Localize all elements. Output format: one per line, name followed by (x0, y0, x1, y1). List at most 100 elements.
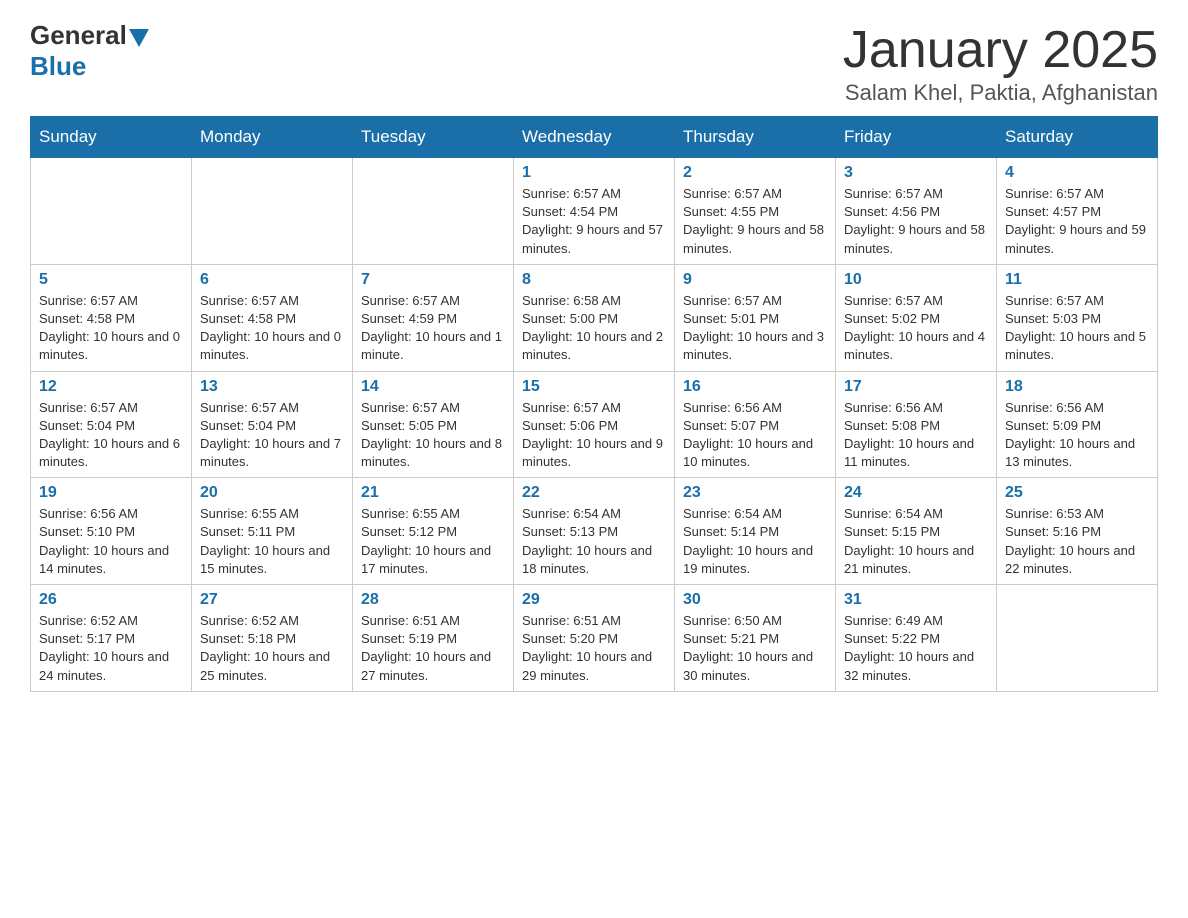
calendar-cell: 16Sunrise: 6:56 AM Sunset: 5:07 PM Dayli… (675, 371, 836, 478)
day-number: 14 (361, 378, 505, 396)
calendar-cell: 9 Sunrise: 6:57 AM Sunset: 5:01 PM Daylig… (675, 264, 836, 371)
calendar-cell: 20Sunrise: 6:55 AM Sunset: 5:11 PM Dayli… (192, 478, 353, 585)
day-number: 27 (200, 591, 344, 609)
day-number: 21 (361, 484, 505, 502)
day-info: Sunrise: 6:57 AM Sunset: 4:57 PM Dayligh… (1005, 185, 1149, 258)
day-info: Sunrise: 6:54 AM Sunset: 5:13 PM Dayligh… (522, 505, 666, 578)
title-section: January 2025 Salam Khel, Paktia, Afghani… (843, 20, 1158, 106)
calendar-header-saturday: Saturday (997, 117, 1158, 158)
day-info: Sunrise: 6:54 AM Sunset: 5:14 PM Dayligh… (683, 505, 827, 578)
calendar-cell: 17 Sunrise: 6:56 AM Sunset: 5:08 PM Dayli… (836, 371, 997, 478)
day-info: Sunrise: 6:57 AM Sunset: 5:01 PM Dayligh… (683, 292, 827, 365)
calendar-cell: 3Sunrise: 6:57 AM Sunset: 4:56 PM Daylig… (836, 158, 997, 265)
calendar-cell: 19 Sunrise: 6:56 AM Sunset: 5:10 PM Dayli… (31, 478, 192, 585)
day-number: 4 (1005, 164, 1149, 182)
calendar-cell: 21 Sunrise: 6:55 AM Sunset: 5:12 PM Dayli… (353, 478, 514, 585)
calendar-cell: 28 Sunrise: 6:51 AM Sunset: 5:19 PM Dayli… (353, 585, 514, 692)
calendar-cell: 7 Sunrise: 6:57 AM Sunset: 4:59 PM Daylig… (353, 264, 514, 371)
day-number: 9 (683, 271, 827, 289)
day-info: Sunrise: 6:56 AM Sunset: 5:10 PM Dayligh… (39, 505, 183, 578)
logo-general-text: General (30, 20, 127, 51)
calendar-cell: 12 Sunrise: 6:57 AM Sunset: 5:04 PM Dayli… (31, 371, 192, 478)
calendar-week-3: 12 Sunrise: 6:57 AM Sunset: 5:04 PM Dayli… (31, 371, 1158, 478)
day-info: Sunrise: 6:49 AM Sunset: 5:22 PM Dayligh… (844, 612, 988, 685)
day-number: 20 (200, 484, 344, 502)
calendar-cell: 1 Sunrise: 6:57 AM Sunset: 4:54 PM Daylig… (514, 158, 675, 265)
calendar-header-monday: Monday (192, 117, 353, 158)
day-info: Sunrise: 6:57 AM Sunset: 5:04 PM Dayligh… (200, 399, 344, 472)
calendar-table: SundayMondayTuesdayWednesdayThursdayFrid… (30, 116, 1158, 692)
day-number: 5 (39, 271, 183, 289)
calendar-cell: 18 Sunrise: 6:56 AM Sunset: 5:09 PM Dayli… (997, 371, 1158, 478)
calendar-cell (192, 158, 353, 265)
day-info: Sunrise: 6:57 AM Sunset: 5:03 PM Dayligh… (1005, 292, 1149, 365)
calendar-header-thursday: Thursday (675, 117, 836, 158)
day-number: 30 (683, 591, 827, 609)
calendar-cell: 15 Sunrise: 6:57 AM Sunset: 5:06 PM Dayli… (514, 371, 675, 478)
calendar-cell: 24 Sunrise: 6:54 AM Sunset: 5:15 PM Dayli… (836, 478, 997, 585)
calendar-cell: 22 Sunrise: 6:54 AM Sunset: 5:13 PM Dayli… (514, 478, 675, 585)
calendar-cell: 25Sunrise: 6:53 AM Sunset: 5:16 PM Dayli… (997, 478, 1158, 585)
day-info: Sunrise: 6:52 AM Sunset: 5:17 PM Dayligh… (39, 612, 183, 685)
calendar-cell: 26 Sunrise: 6:52 AM Sunset: 5:17 PM Dayli… (31, 585, 192, 692)
calendar-cell: 27 Sunrise: 6:52 AM Sunset: 5:18 PM Dayli… (192, 585, 353, 692)
calendar-cell (353, 158, 514, 265)
page-header: General Blue January 2025 Salam Khel, Pa… (30, 20, 1158, 106)
day-number: 10 (844, 271, 988, 289)
logo-blue-text: Blue (30, 51, 86, 82)
day-number: 24 (844, 484, 988, 502)
day-info: Sunrise: 6:52 AM Sunset: 5:18 PM Dayligh… (200, 612, 344, 685)
calendar-week-1: 1 Sunrise: 6:57 AM Sunset: 4:54 PM Daylig… (31, 158, 1158, 265)
day-number: 26 (39, 591, 183, 609)
calendar-cell: 29 Sunrise: 6:51 AM Sunset: 5:20 PM Dayli… (514, 585, 675, 692)
day-number: 6 (200, 271, 344, 289)
logo: General Blue (30, 20, 149, 82)
day-info: Sunrise: 6:56 AM Sunset: 5:08 PM Dayligh… (844, 399, 988, 472)
day-number: 17 (844, 378, 988, 396)
day-number: 16 (683, 378, 827, 396)
day-number: 2 (683, 164, 827, 182)
day-info: Sunrise: 6:51 AM Sunset: 5:19 PM Dayligh… (361, 612, 505, 685)
day-number: 22 (522, 484, 666, 502)
day-info: Sunrise: 6:53 AM Sunset: 5:16 PM Dayligh… (1005, 505, 1149, 578)
calendar-cell: 13 Sunrise: 6:57 AM Sunset: 5:04 PM Dayli… (192, 371, 353, 478)
calendar-cell: 31 Sunrise: 6:49 AM Sunset: 5:22 PM Dayli… (836, 585, 997, 692)
day-number: 13 (200, 378, 344, 396)
calendar-cell: 8 Sunrise: 6:58 AM Sunset: 5:00 PM Daylig… (514, 264, 675, 371)
day-info: Sunrise: 6:57 AM Sunset: 4:58 PM Dayligh… (200, 292, 344, 365)
calendar-cell: 14Sunrise: 6:57 AM Sunset: 5:05 PM Dayli… (353, 371, 514, 478)
month-year-title: January 2025 (843, 20, 1158, 80)
day-info: Sunrise: 6:57 AM Sunset: 5:04 PM Dayligh… (39, 399, 183, 472)
day-number: 15 (522, 378, 666, 396)
day-number: 1 (522, 164, 666, 182)
day-number: 19 (39, 484, 183, 502)
day-info: Sunrise: 6:56 AM Sunset: 5:09 PM Dayligh… (1005, 399, 1149, 472)
day-info: Sunrise: 6:54 AM Sunset: 5:15 PM Dayligh… (844, 505, 988, 578)
day-info: Sunrise: 6:51 AM Sunset: 5:20 PM Dayligh… (522, 612, 666, 685)
calendar-header-row: SundayMondayTuesdayWednesdayThursdayFrid… (31, 117, 1158, 158)
day-number: 8 (522, 271, 666, 289)
calendar-cell: 30Sunrise: 6:50 AM Sunset: 5:21 PM Dayli… (675, 585, 836, 692)
logo-blue-part (127, 25, 149, 47)
day-number: 18 (1005, 378, 1149, 396)
calendar-cell: 5 Sunrise: 6:57 AM Sunset: 4:58 PM Daylig… (31, 264, 192, 371)
day-number: 29 (522, 591, 666, 609)
logo-triangle-icon (129, 29, 149, 47)
calendar-cell: 11Sunrise: 6:57 AM Sunset: 5:03 PM Dayli… (997, 264, 1158, 371)
day-info: Sunrise: 6:57 AM Sunset: 4:58 PM Dayligh… (39, 292, 183, 365)
day-number: 31 (844, 591, 988, 609)
calendar-week-4: 19 Sunrise: 6:56 AM Sunset: 5:10 PM Dayli… (31, 478, 1158, 585)
calendar-header-sunday: Sunday (31, 117, 192, 158)
day-info: Sunrise: 6:57 AM Sunset: 4:59 PM Dayligh… (361, 292, 505, 365)
day-info: Sunrise: 6:55 AM Sunset: 5:12 PM Dayligh… (361, 505, 505, 578)
day-info: Sunrise: 6:57 AM Sunset: 5:06 PM Dayligh… (522, 399, 666, 472)
day-info: Sunrise: 6:58 AM Sunset: 5:00 PM Dayligh… (522, 292, 666, 365)
day-number: 28 (361, 591, 505, 609)
calendar-cell: 23Sunrise: 6:54 AM Sunset: 5:14 PM Dayli… (675, 478, 836, 585)
day-number: 7 (361, 271, 505, 289)
day-info: Sunrise: 6:57 AM Sunset: 4:56 PM Dayligh… (844, 185, 988, 258)
day-number: 12 (39, 378, 183, 396)
calendar-cell: 4 Sunrise: 6:57 AM Sunset: 4:57 PM Daylig… (997, 158, 1158, 265)
location-subtitle: Salam Khel, Paktia, Afghanistan (843, 80, 1158, 106)
day-info: Sunrise: 6:57 AM Sunset: 4:54 PM Dayligh… (522, 185, 666, 258)
